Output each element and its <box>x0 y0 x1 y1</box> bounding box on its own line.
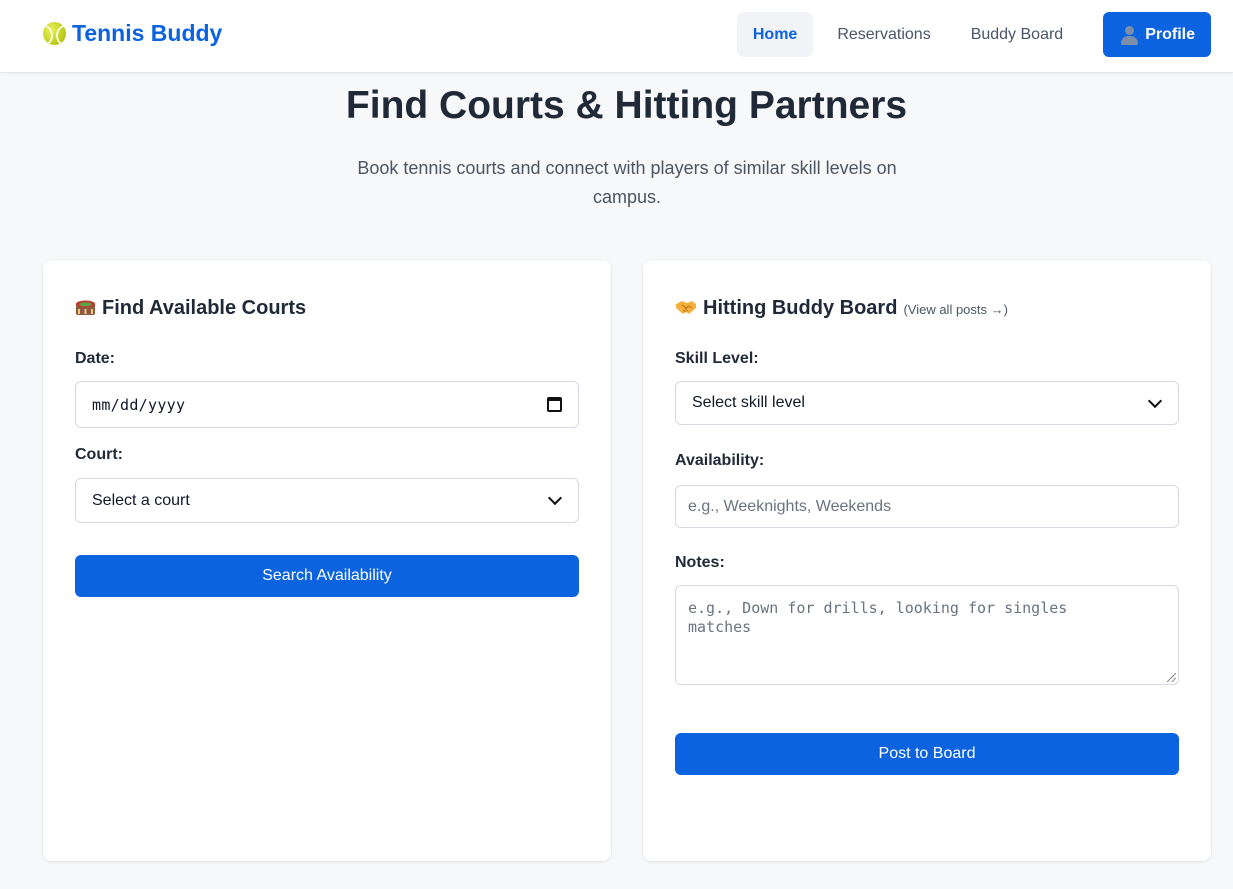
profile-label: Profile <box>1145 25 1195 43</box>
buddy-board-title: Hitting Buddy Board <box>703 297 898 319</box>
post-to-board-button[interactable]: Post to Board <box>675 733 1179 775</box>
brand-name: Tennis Buddy <box>72 20 223 46</box>
notes-label: Notes: <box>675 554 725 571</box>
court-selected-value: Select a court <box>92 491 190 509</box>
date-input[interactable]: mm/dd/yyyy <box>75 381 579 428</box>
view-all-posts-link[interactable]: (View all posts →) <box>903 302 1008 317</box>
find-courts-title: Find Available Courts <box>102 297 307 319</box>
stadium-icon <box>76 300 95 315</box>
search-availability-button[interactable]: Search Availability <box>75 555 579 597</box>
court-select[interactable]: Select a court <box>75 478 579 523</box>
skill-level-label: Skill Level: <box>675 350 759 367</box>
chevron-down-icon <box>1147 393 1163 408</box>
date-label: Date: <box>75 350 116 367</box>
user-icon <box>1119 25 1139 45</box>
date-placeholder: mm/dd/yyyy <box>92 395 186 414</box>
notes-placeholder: e.g., Down for drills, looking for singl… <box>688 599 1068 636</box>
nav-buddy-board[interactable]: Buddy Board <box>955 12 1080 57</box>
find-courts-heading: Find Available Courts <box>75 296 306 320</box>
notes-textarea[interactable]: e.g., Down for drills, looking for singl… <box>675 585 1179 685</box>
availability-placeholder: e.g., Weeknights, Weekends <box>688 497 892 515</box>
buddy-board-card: Hitting Buddy Board (View all posts →) S… <box>643 260 1211 861</box>
profile-button[interactable]: Profile <box>1103 12 1211 57</box>
availability-label: Availability: <box>675 452 765 469</box>
resize-handle-icon[interactable] <box>1167 673 1176 682</box>
top-navigation-bar: Tennis Buddy Home Reservations Buddy Boa… <box>0 0 1233 73</box>
skill-level-select[interactable]: Select skill level <box>675 381 1179 425</box>
nav-home[interactable]: Home <box>736 12 814 57</box>
chevron-down-icon <box>547 490 563 506</box>
main-nav: Home Reservations Buddy Board Profile <box>729 12 1211 57</box>
court-label: Court: <box>75 446 123 463</box>
page-subtitle: Book tennis courts and connect with play… <box>357 158 897 207</box>
find-courts-card: Find Available Courts Date: mm/dd/yyyy C… <box>43 260 611 861</box>
availability-input[interactable]: e.g., Weeknights, Weekends <box>675 485 1179 528</box>
brand-logo[interactable]: Tennis Buddy <box>43 20 222 47</box>
page-title: Find Courts & Hitting Partners <box>345 84 908 127</box>
handshake-icon <box>676 301 696 314</box>
skill-level-selected-value: Select skill level <box>692 394 805 411</box>
calendar-icon[interactable] <box>547 397 562 412</box>
nav-reservations[interactable]: Reservations <box>821 12 946 57</box>
buddy-board-heading: Hitting Buddy Board (View all posts →) <box>675 296 1008 320</box>
tennis-ball-icon <box>43 22 66 45</box>
